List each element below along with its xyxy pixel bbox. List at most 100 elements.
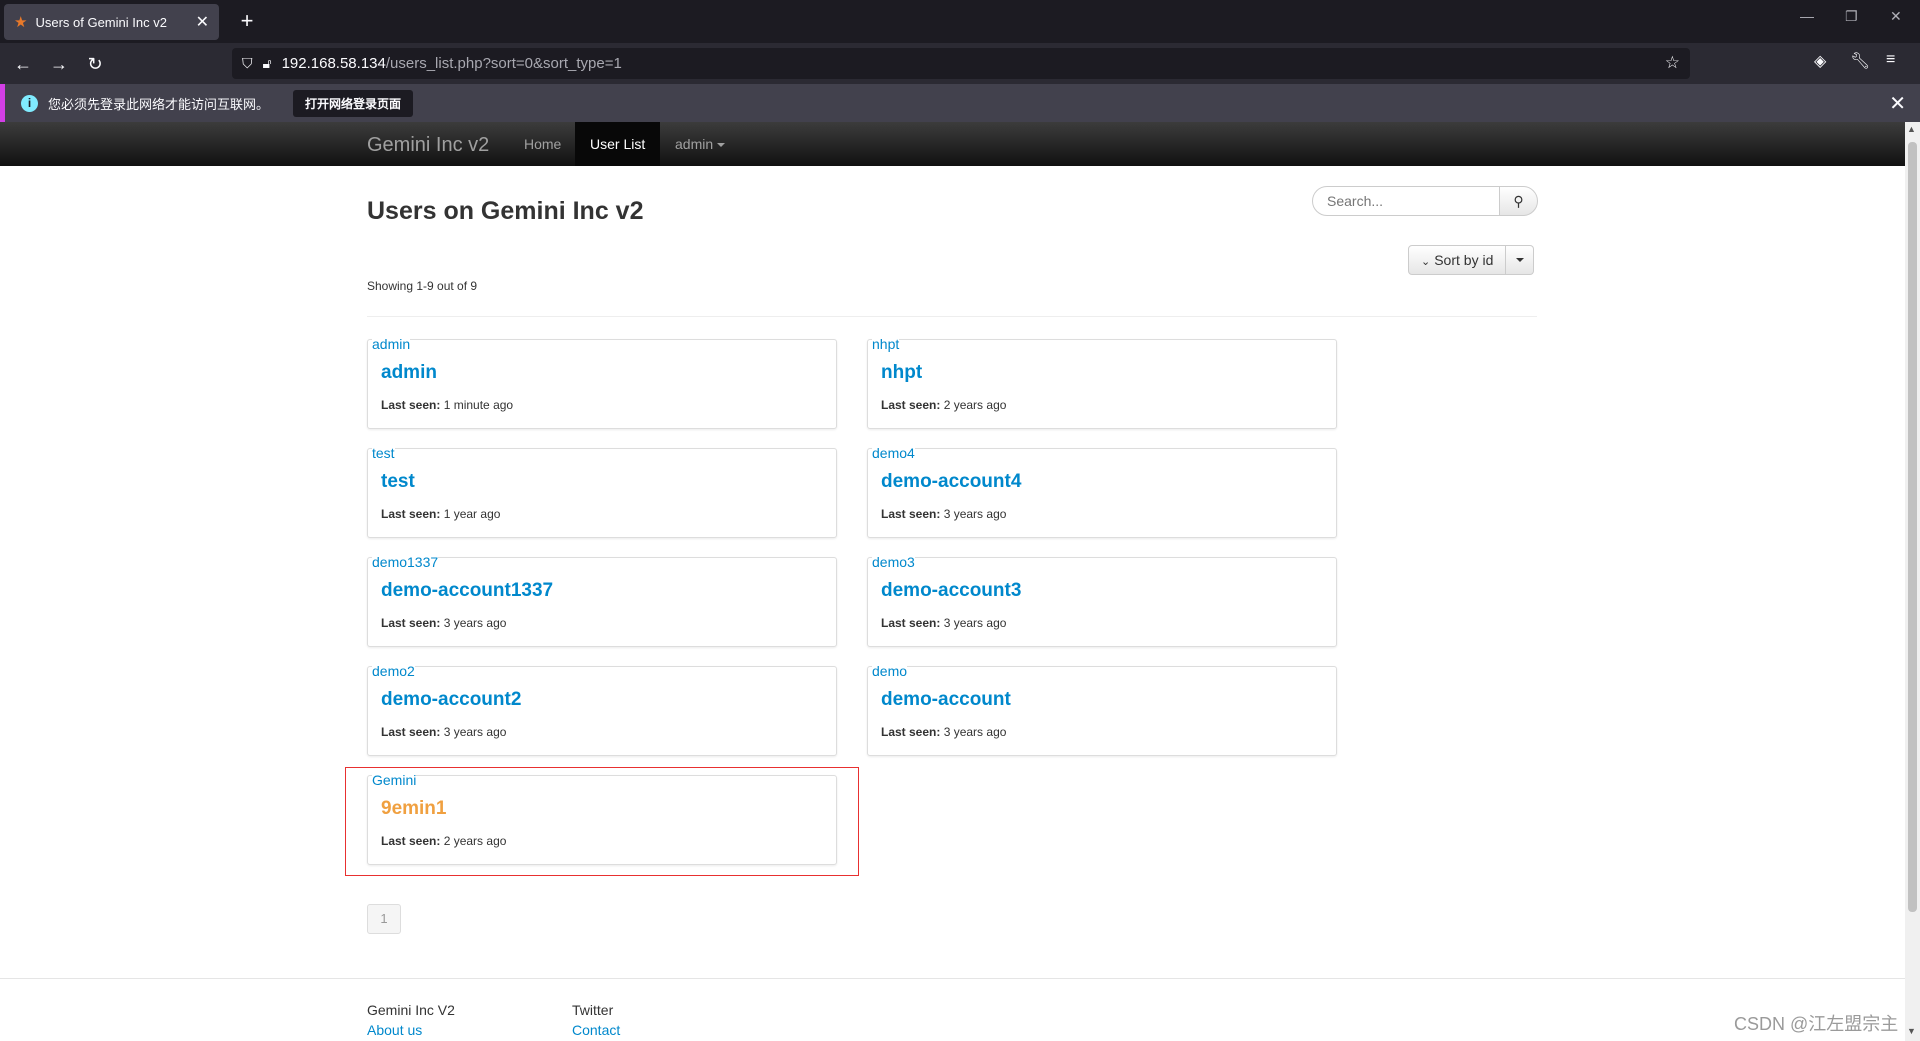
user-display-name[interactable]: demo-account2 <box>381 689 521 711</box>
captive-portal-notification: i 您必须先登录此网络才能访问互联网。 打开网络登录页面 ✕ <box>0 84 1920 122</box>
wrench-icon[interactable]: 🔧︎ <box>1850 51 1870 71</box>
last-seen-value: 3 years ago <box>443 616 507 630</box>
footer-contact-link[interactable]: Contact <box>572 1022 620 1038</box>
search-icon: ⚲ <box>1513 193 1524 209</box>
user-display-name[interactable]: nhpt <box>881 362 922 384</box>
user-username[interactable]: demo3 <box>872 554 915 570</box>
user-username[interactable]: demo <box>872 663 908 679</box>
last-seen-value: 1 year ago <box>443 507 501 521</box>
forward-icon[interactable]: → <box>44 49 74 79</box>
notification-close-icon[interactable]: ✕ <box>1889 91 1906 116</box>
nav-home[interactable]: Home <box>509 122 576 166</box>
user-username[interactable]: demo4 <box>872 445 915 461</box>
user-last-seen: Last seen: 1 year ago <box>381 507 500 521</box>
footer-about-link[interactable]: About us <box>367 1022 422 1038</box>
lock-icon[interactable]: 🔓︎ <box>263 55 272 72</box>
user-display-name[interactable]: demo-account4 <box>881 471 1021 493</box>
page-title: Users on Gemini Inc v2 <box>367 197 644 225</box>
user-card: demo demo-account Last seen: 3 years ago <box>867 663 1337 756</box>
csdn-watermark: CSDN @江左盟宗主 <box>1734 1014 1899 1034</box>
user-username[interactable]: nhpt <box>872 336 900 352</box>
user-display-name[interactable]: demo-account3 <box>881 580 1021 602</box>
user-card: demo1337 demo-account1337 Last seen: 3 y… <box>367 554 837 647</box>
browser-tab[interactable]: ★ Users of Gemini Inc v2 ✕ <box>4 4 219 40</box>
sort-caret-button[interactable] <box>1506 245 1535 275</box>
scroll-down-icon[interactable]: ▼ <box>1907 1026 1916 1036</box>
footer-company: Gemini Inc V2 <box>367 1002 455 1018</box>
divider <box>367 316 1537 317</box>
user-last-seen: Last seen: 3 years ago <box>881 507 1006 521</box>
nav-user-list[interactable]: User List <box>575 122 661 166</box>
last-seen-label: Last seen: <box>881 725 941 739</box>
user-card: admin admin Last seen: 1 minute ago <box>367 336 837 429</box>
browser-tab-bar: ★ Users of Gemini Inc v2 ✕ + — ❐ ✕ <box>0 0 1920 43</box>
user-card: nhpt nhpt Last seen: 2 years ago <box>867 336 1337 429</box>
open-login-page-button[interactable]: 打开网络登录页面 <box>293 89 414 117</box>
user-username[interactable]: test <box>372 445 395 461</box>
back-icon[interactable]: ← <box>8 49 38 79</box>
chevron-down-icon: ⌄ <box>1421 256 1431 268</box>
tab-close-icon[interactable]: ✕ <box>196 12 209 32</box>
footer-twitter: Twitter <box>572 1002 614 1018</box>
minimize-icon[interactable]: — <box>1800 8 1814 24</box>
search-button[interactable]: ⚲ <box>1499 186 1538 216</box>
user-display-name[interactable]: admin <box>381 362 437 384</box>
last-seen-value: 3 years ago <box>943 725 1007 739</box>
user-username[interactable]: demo2 <box>372 663 415 679</box>
last-seen-label: Last seen: <box>881 398 941 412</box>
sort-label: Sort by id <box>1434 252 1494 268</box>
user-username[interactable]: demo1337 <box>372 554 439 570</box>
last-seen-label: Last seen: <box>881 507 941 521</box>
user-display-name[interactable]: demo-account1337 <box>381 580 553 602</box>
user-username[interactable]: admin <box>372 336 411 352</box>
nav-admin-dropdown[interactable]: admin <box>660 122 740 166</box>
last-seen-label: Last seen: <box>381 725 441 739</box>
page-viewport: Gemini Inc v2 Home User List admin Users… <box>0 122 1920 1041</box>
url-path: /users_list.php?sort=0&sort_type=1 <box>385 55 622 72</box>
pagination-page[interactable]: 1 <box>367 904 401 934</box>
footer-divider <box>0 978 1905 979</box>
url-bar[interactable]: ⛉ 🔓︎ 192.168.58.134 /users_list.php?sort… <box>232 48 1690 79</box>
info-icon: i <box>21 94 38 112</box>
shield-icon[interactable]: ⛉ <box>242 55 253 72</box>
url-host: 192.168.58.134 <box>281 55 386 72</box>
last-seen-value: 2 years ago <box>943 398 1007 412</box>
scroll-up-icon[interactable]: ▲ <box>1907 124 1916 134</box>
new-tab-button[interactable]: + <box>234 8 260 34</box>
window-close-icon[interactable]: ✕ <box>1890 8 1902 25</box>
user-last-seen: Last seen: 3 years ago <box>881 725 1006 739</box>
user-card: demo4 demo-account4 Last seen: 3 years a… <box>867 445 1337 538</box>
reload-icon[interactable]: ↻ <box>80 49 110 79</box>
last-seen-value: 1 minute ago <box>443 398 514 412</box>
user-last-seen: Last seen: 3 years ago <box>381 725 506 739</box>
scrollbar-thumb[interactable] <box>1908 142 1917 912</box>
user-display-name[interactable]: demo-account <box>881 689 1011 711</box>
last-seen-label: Last seen: <box>381 616 441 630</box>
caret-down-icon <box>717 143 726 148</box>
results-count: Showing 1-9 out of 9 <box>367 279 478 293</box>
bookmark-star-icon[interactable]: ☆ <box>1665 53 1680 73</box>
nav-admin-label: admin <box>675 136 714 152</box>
last-seen-value: 3 years ago <box>943 507 1007 521</box>
user-last-seen: Last seen: 3 years ago <box>381 616 506 630</box>
last-seen-value: 3 years ago <box>943 616 1007 630</box>
tab-title: Users of Gemini Inc v2 <box>35 14 167 30</box>
sort-button[interactable]: ⌄ Sort by id <box>1408 245 1507 275</box>
last-seen-value: 3 years ago <box>443 725 507 739</box>
user-card: test test Last seen: 1 year ago <box>367 445 837 538</box>
user-last-seen: Last seen: 3 years ago <box>881 616 1006 630</box>
user-display-name[interactable]: test <box>381 471 415 493</box>
site-brand[interactable]: Gemini Inc v2 <box>367 134 489 157</box>
sort-dropdown: ⌄ Sort by id <box>1408 245 1535 275</box>
user-card: demo3 demo-account3 Last seen: 3 years a… <box>867 554 1337 647</box>
user-last-seen: Last seen: 1 minute ago <box>381 398 513 412</box>
pocket-icon[interactable]: ◈ <box>1814 51 1826 71</box>
menu-icon[interactable]: ≡ <box>1886 51 1895 69</box>
search-input[interactable] <box>1312 186 1500 216</box>
page-scrollbar[interactable]: ▲ ▼ <box>1905 122 1920 1041</box>
last-seen-label: Last seen: <box>881 616 941 630</box>
browser-nav-bar: ← → ↻ ⛉ 🔓︎ 192.168.58.134 /users_list.ph… <box>0 43 1920 84</box>
last-seen-label: Last seen: <box>381 507 441 521</box>
site-navbar: Gemini Inc v2 Home User List admin <box>0 122 1905 166</box>
restore-icon[interactable]: ❐ <box>1845 8 1858 25</box>
